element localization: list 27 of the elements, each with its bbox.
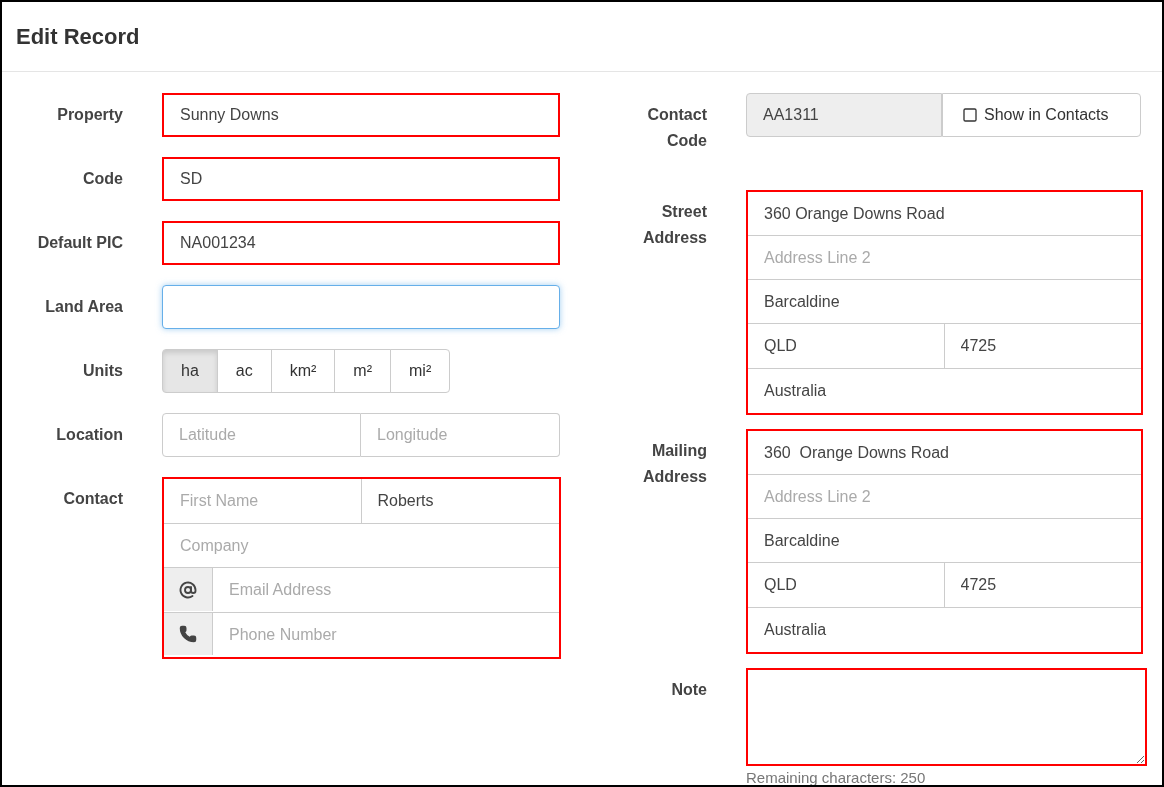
longitude-field[interactable]: Longitude	[361, 413, 560, 457]
field-label: Property	[56, 105, 123, 125]
field-label: Units	[82, 361, 123, 381]
latitude-field[interactable]: Latitude	[162, 413, 361, 457]
field-label: Code	[82, 169, 123, 189]
land-area-field[interactable]	[162, 285, 560, 329]
code-field[interactable]: SD	[162, 157, 560, 201]
unit-toggle[interactable]: km²	[270, 349, 336, 393]
checkbox-icon	[962, 107, 978, 123]
field-label: Note	[670, 680, 707, 700]
field-label: Land Area	[44, 297, 123, 317]
field-label: Default PIC	[36, 233, 123, 253]
unit-toggle[interactable]: ha	[162, 349, 218, 393]
unit-toggle[interactable]: mi²	[390, 349, 451, 393]
at-sign-icon	[179, 580, 197, 599]
note-field[interactable]	[746, 668, 1147, 766]
field-label: Mailing Address	[641, 441, 707, 487]
unit-toggle[interactable]: ac	[216, 349, 272, 393]
field-label: Contact	[62, 489, 123, 509]
pic-field[interactable]: NA001234	[162, 221, 560, 265]
phone-icon	[179, 625, 197, 643]
property-field[interactable]: Sunny Downs	[162, 93, 560, 137]
field-label: Street Address	[641, 202, 707, 248]
field-label: Location	[55, 425, 123, 445]
unit-toggle[interactable]: m²	[334, 349, 391, 393]
dialog-title: Edit Record	[16, 23, 140, 51]
field-label: Contact Code	[646, 105, 707, 151]
